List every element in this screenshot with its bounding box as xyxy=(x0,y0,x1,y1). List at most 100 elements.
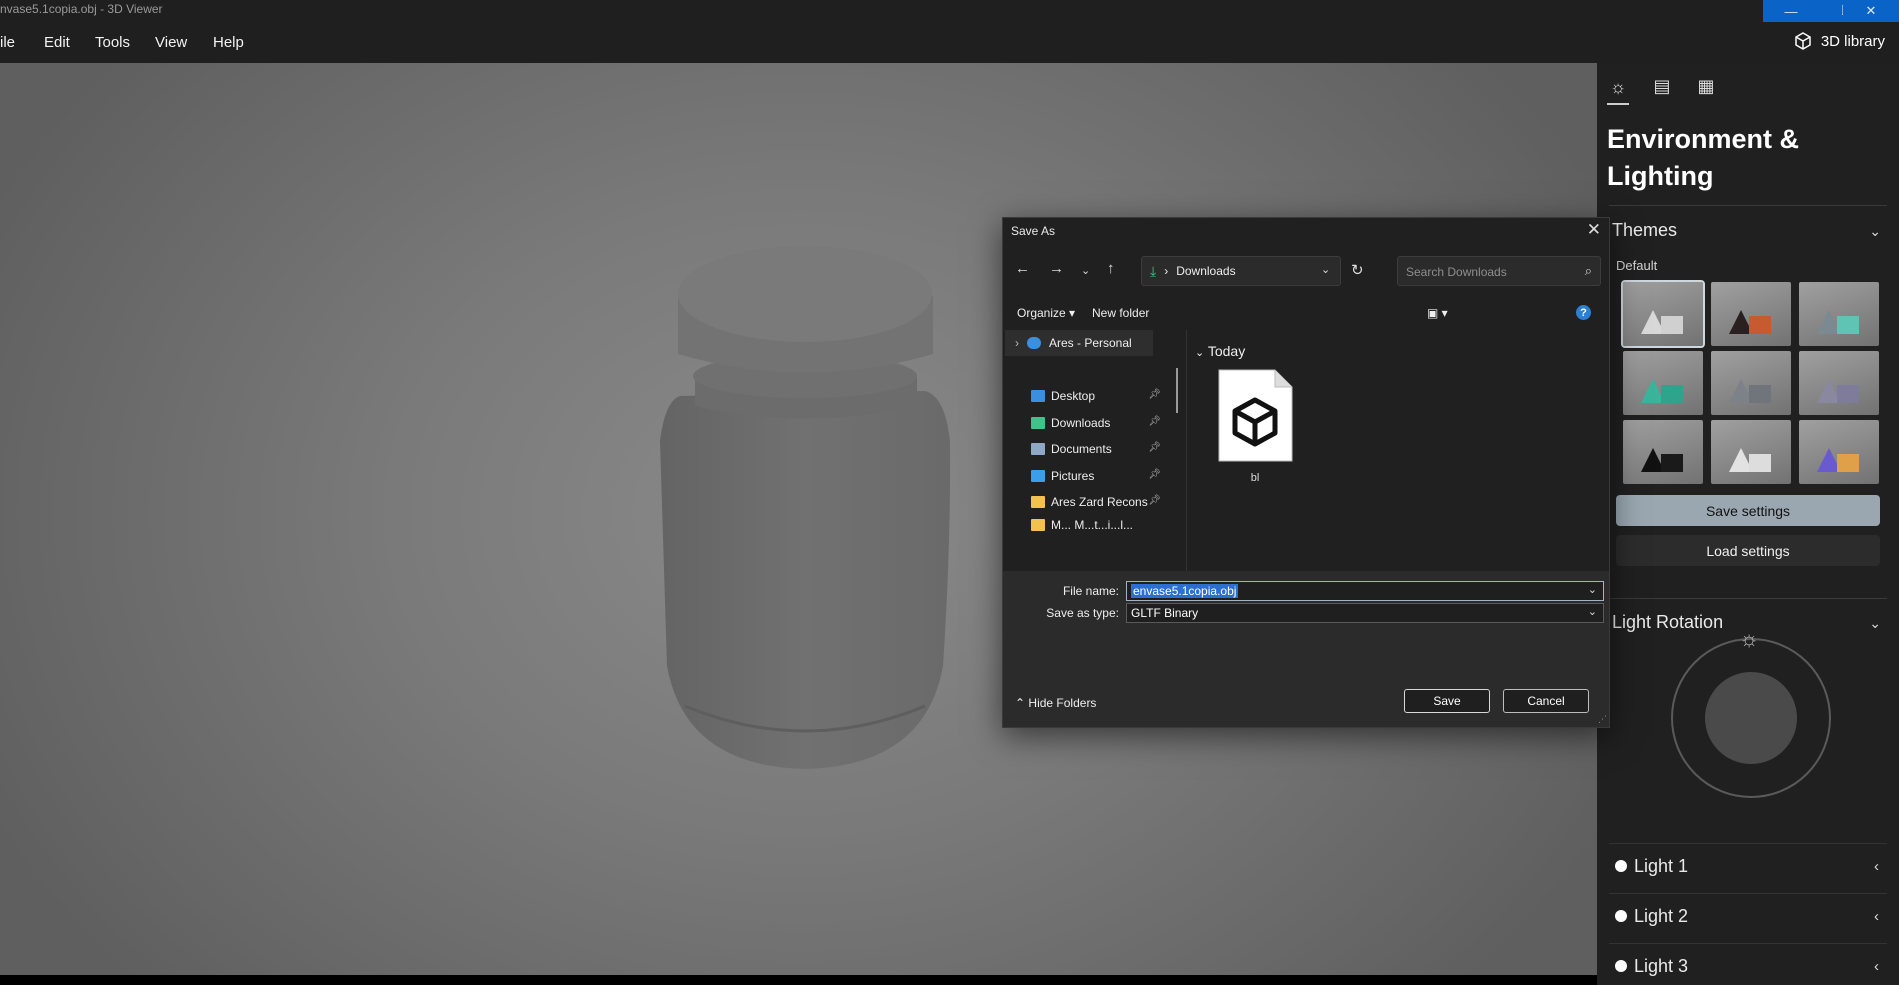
new-folder-button[interactable]: New folder xyxy=(1092,306,1149,320)
group-header-today[interactable]: ⌄ Today xyxy=(1195,343,1245,359)
pin-icon: 📌︎ xyxy=(1148,495,1161,506)
chevron-left-icon[interactable]: ‹ xyxy=(1874,858,1879,875)
theme-selected-label: Default xyxy=(1616,258,1658,273)
up-icon[interactable]: ↑ xyxy=(1107,260,1115,277)
dialog-title: Save As xyxy=(1011,224,1056,238)
close-button[interactable]: ✕ xyxy=(1843,0,1899,22)
menu-help[interactable]: Help xyxy=(213,34,244,51)
theme-tile[interactable] xyxy=(1623,420,1703,484)
search-input[interactable]: Search Downloads ⌕ xyxy=(1397,256,1601,286)
downloads-icon xyxy=(1031,417,1045,429)
organize-button[interactable]: Organize ▾ xyxy=(1017,306,1075,320)
resize-grip-icon[interactable]: ⋰ xyxy=(1598,714,1607,725)
theme-tile[interactable] xyxy=(1711,351,1791,415)
menu-view[interactable]: View xyxy=(155,34,187,51)
nav-item-desktop[interactable]: Desktop 📌︎ xyxy=(1031,389,1161,403)
light-row-3[interactable]: Light 3 ‹ xyxy=(1609,943,1887,985)
close-icon: ✕ xyxy=(1865,3,1877,18)
rotation-knob[interactable] xyxy=(1705,672,1797,764)
nav-item-folder[interactable]: M... M...t...i...l... xyxy=(1031,518,1161,532)
expand-chevron-icon[interactable]: › xyxy=(1015,336,1019,350)
nav-item-pictures[interactable]: Pictures 📌︎ xyxy=(1031,469,1161,483)
light-row-2[interactable]: Light 2 ‹ xyxy=(1609,893,1887,943)
nav-onedrive[interactable]: › Ares - Personal xyxy=(1005,330,1153,356)
chevron-left-icon[interactable]: ‹ xyxy=(1874,908,1879,925)
chevron-down-icon[interactable]: ⌄ xyxy=(1869,223,1881,240)
minimize-icon: — xyxy=(1784,3,1798,19)
refresh-icon[interactable]: ↻ xyxy=(1351,261,1364,279)
menu-edit[interactable]: Edit xyxy=(44,34,70,51)
recent-chevron-down-icon[interactable]: ⌄ xyxy=(1081,264,1090,277)
3d-library-button[interactable]: 3D library xyxy=(1793,31,1885,51)
chevron-left-icon[interactable]: ‹ xyxy=(1874,958,1879,975)
file-name-label: File name: xyxy=(1062,584,1119,598)
address-location: Downloads xyxy=(1176,264,1236,278)
pane-divider[interactable] xyxy=(1186,330,1187,571)
theme-tile[interactable] xyxy=(1623,351,1703,415)
menu-tools[interactable]: Tools xyxy=(95,34,130,51)
themes-header[interactable]: Themes xyxy=(1612,220,1677,241)
sun-icon[interactable]: ☼ xyxy=(1607,75,1629,105)
grid-icon[interactable]: ▦ xyxy=(1695,75,1717,97)
documents-icon xyxy=(1031,443,1045,455)
forward-icon[interactable]: → xyxy=(1049,260,1064,277)
nav-item-downloads[interactable]: Downloads 📌︎ xyxy=(1031,416,1161,430)
nav-item-label: Pictures xyxy=(1051,469,1095,483)
panel-heading: Environment & Lighting xyxy=(1607,124,1800,191)
file-name-input[interactable]: envase5.1copia.obj ⌄ xyxy=(1126,581,1604,601)
theme-box-shape xyxy=(1749,385,1771,403)
download-icon: ⤓ xyxy=(1150,262,1157,279)
save-type-select[interactable]: GLTF Binary ⌄ xyxy=(1126,603,1604,623)
view-options-icon[interactable]: ▣ ▾ xyxy=(1427,306,1448,320)
group-label: Today xyxy=(1207,343,1246,359)
nav-scrollbar[interactable] xyxy=(1176,368,1178,413)
folder-icon xyxy=(1031,519,1045,531)
organize-label: Organize xyxy=(1017,306,1066,320)
pin-icon: 📌︎ xyxy=(1148,442,1161,453)
chevron-down-icon[interactable]: ⌄ xyxy=(1588,583,1597,596)
menu-file[interactable]: ile xyxy=(0,34,15,51)
theme-tile[interactable] xyxy=(1799,420,1879,484)
light-color-dot xyxy=(1615,860,1627,872)
theme-tile[interactable] xyxy=(1799,351,1879,415)
cancel-button[interactable]: Cancel xyxy=(1503,689,1589,713)
file-item[interactable]: bl xyxy=(1215,368,1295,484)
save-settings-button[interactable]: Save settings xyxy=(1616,495,1880,526)
chevron-down-icon[interactable]: ⌄ xyxy=(1869,615,1881,632)
light-rotation-dial[interactable]: ☼ xyxy=(1671,626,1831,798)
stats-icon[interactable]: ▤ xyxy=(1651,75,1673,97)
minimize-button[interactable]: — xyxy=(1763,0,1819,22)
theme-tile[interactable] xyxy=(1711,282,1791,346)
theme-tile[interactable] xyxy=(1799,282,1879,346)
nav-item-ares-zard[interactable]: Ares Zard Recons 📌︎ xyxy=(1031,495,1161,509)
light-rotation-header[interactable]: Light Rotation xyxy=(1612,612,1723,633)
chevron-down-icon: ⌄ xyxy=(1195,347,1205,359)
nav-onedrive-label: Ares - Personal xyxy=(1049,336,1132,350)
load-settings-button[interactable]: Load settings xyxy=(1616,535,1880,566)
address-bar[interactable]: ⤓ › Downloads xyxy=(1141,256,1341,286)
cube-icon xyxy=(1795,32,1811,50)
help-icon[interactable]: ? xyxy=(1576,305,1591,320)
theme-tile[interactable] xyxy=(1621,280,1705,348)
chevron-down-icon[interactable]: ⌄ xyxy=(1321,263,1330,276)
back-icon[interactable]: ← xyxy=(1015,260,1030,277)
nav-item-documents[interactable]: Documents 📌︎ xyxy=(1031,442,1161,456)
pictures-icon xyxy=(1031,470,1045,482)
close-icon[interactable]: ✕ xyxy=(1587,220,1601,240)
theme-box-shape xyxy=(1749,454,1771,472)
theme-tile[interactable] xyxy=(1711,420,1791,484)
save-button[interactable]: Save xyxy=(1404,689,1490,713)
themes-grid xyxy=(1621,280,1879,484)
light-row-1[interactable]: Light 1 ‹ xyxy=(1609,843,1887,893)
sun-handle-icon[interactable]: ☼ xyxy=(1739,626,1759,652)
save-as-dialog: Save As ✕ ← → ⌄ ↑ ⤓ › Downloads ⌄ ↻ Sear… xyxy=(1002,217,1610,728)
chevron-down-icon[interactable]: ⌄ xyxy=(1588,605,1597,618)
panel-tabs: ☼ ▤ ▦ xyxy=(1607,75,1717,105)
nav-item-label: Downloads xyxy=(1051,416,1111,430)
chevron-up-icon: ⌃ xyxy=(1015,696,1026,710)
divider xyxy=(1609,205,1887,206)
save-type-label: Save as type: xyxy=(1046,606,1119,620)
theme-box-shape xyxy=(1837,454,1859,472)
search-icon: ⌕ xyxy=(1584,263,1592,278)
hide-folders-button[interactable]: ⌃ Hide Folders xyxy=(1015,696,1096,710)
